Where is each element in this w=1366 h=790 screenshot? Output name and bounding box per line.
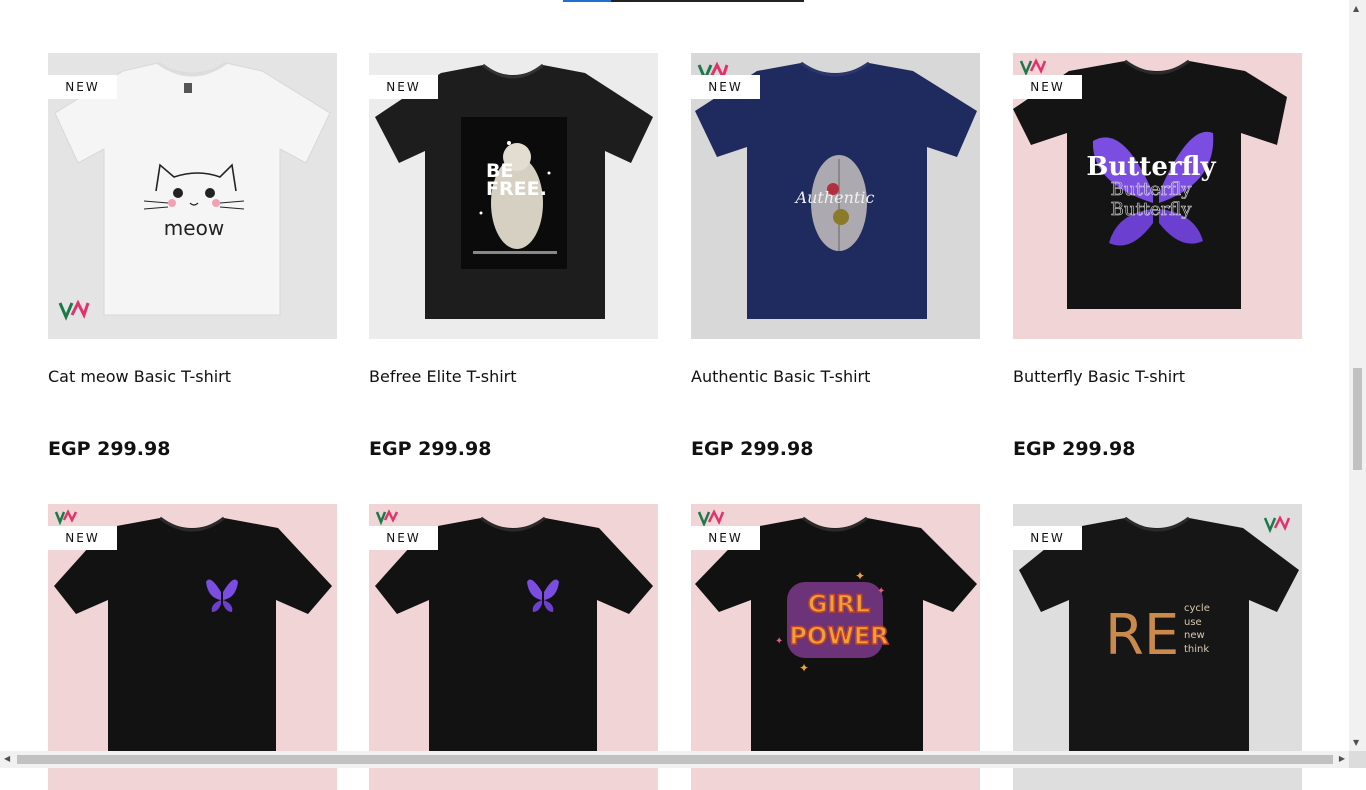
product-card[interactable]: GIRL POWER ✦ ✦ ✦ ✦ NEW: [691, 504, 980, 790]
product-title[interactable]: Befree Elite T-shirt: [369, 367, 658, 387]
product-card[interactable]: NEW: [48, 504, 337, 790]
svg-text:FREE.: FREE.: [486, 178, 547, 200]
product-price: EGP 299.98: [48, 438, 171, 460]
product-card[interactable]: meow NEW Cat meow Basic T-shirt EGP 299.…: [48, 53, 337, 461]
product-title[interactable]: Authentic Basic T-shirt: [691, 367, 980, 387]
product-card[interactable]: Authentic NEW Authentic Basic T-shirt EG…: [691, 53, 980, 461]
product-card[interactable]: Butterfly Butterfly Butterfly NEW Butter…: [1013, 53, 1302, 461]
horizontal-scrollbar[interactable]: ◀ ▶: [0, 751, 1349, 768]
new-badge: NEW: [369, 75, 438, 99]
product-image[interactable]: Authentic NEW: [691, 53, 980, 339]
svg-text:✦: ✦: [775, 636, 783, 647]
product-card[interactable]: RE cycle use new think NEW: [1013, 504, 1302, 790]
new-badge: NEW: [369, 526, 438, 550]
product-image[interactable]: BE FREE. NEW: [369, 53, 658, 339]
product-price: EGP 299.98: [1013, 438, 1136, 460]
print-text: GIRL: [808, 590, 870, 618]
product-price: EGP 299.98: [691, 438, 814, 460]
print-text: meow: [164, 216, 224, 240]
svg-text:✦: ✦: [855, 569, 865, 583]
re-word: new: [1184, 630, 1205, 641]
product-image[interactable]: NEW: [48, 504, 337, 790]
print-text: Butterfly: [1086, 152, 1216, 182]
svg-text:✦: ✦: [799, 661, 809, 675]
product-image[interactable]: NEW: [369, 504, 658, 790]
horizontal-scroll-thumb[interactable]: [17, 755, 1333, 764]
scrollbar-corner: [1349, 751, 1366, 768]
re-word: cycle: [1184, 603, 1210, 614]
scroll-left-arrow-icon[interactable]: ◀: [4, 754, 10, 763]
active-tab-indicator: [563, 0, 611, 2]
svg-text:POWER: POWER: [789, 622, 888, 650]
new-badge: NEW: [48, 75, 117, 99]
section-tab-indicator: [563, 0, 804, 2]
svg-text:Butterfly: Butterfly: [1111, 179, 1193, 200]
product-image[interactable]: Butterfly Butterfly Butterfly NEW: [1013, 53, 1302, 339]
svg-text:✦: ✦: [877, 586, 885, 597]
product-title[interactable]: Butterfly Basic T-shirt: [1013, 367, 1302, 387]
vertical-scroll-thumb[interactable]: [1353, 368, 1362, 470]
scroll-down-arrow-icon[interactable]: ▼: [1353, 738, 1359, 747]
print-text: RE: [1105, 603, 1179, 668]
product-title[interactable]: Cat meow Basic T-shirt: [48, 367, 337, 387]
new-badge: NEW: [48, 526, 117, 550]
re-word-list: cycle use new think: [1184, 602, 1210, 656]
re-word: use: [1184, 616, 1202, 628]
svg-text:Butterfly: Butterfly: [1111, 199, 1193, 220]
new-badge: NEW: [691, 526, 760, 550]
product-card[interactable]: BE FREE. NEW Befree Elite T-shirt EGP 29…: [369, 53, 658, 461]
new-badge: NEW: [691, 75, 760, 99]
product-image[interactable]: GIRL POWER ✦ ✦ ✦ ✦ NEW: [691, 504, 980, 790]
product-card[interactable]: NEW: [369, 504, 658, 790]
print-text: Authentic: [794, 188, 875, 207]
scroll-up-arrow-icon[interactable]: ▲: [1353, 4, 1359, 13]
product-price: EGP 299.98: [369, 438, 492, 460]
re-word: think: [1184, 643, 1210, 655]
vertical-scrollbar[interactable]: ▲ ▼: [1349, 0, 1366, 751]
new-badge: NEW: [1013, 526, 1082, 550]
product-image[interactable]: RE cycle use new think NEW: [1013, 504, 1302, 790]
product-image[interactable]: meow NEW: [48, 53, 337, 339]
new-badge: NEW: [1013, 75, 1082, 99]
scroll-right-arrow-icon[interactable]: ▶: [1339, 754, 1345, 763]
